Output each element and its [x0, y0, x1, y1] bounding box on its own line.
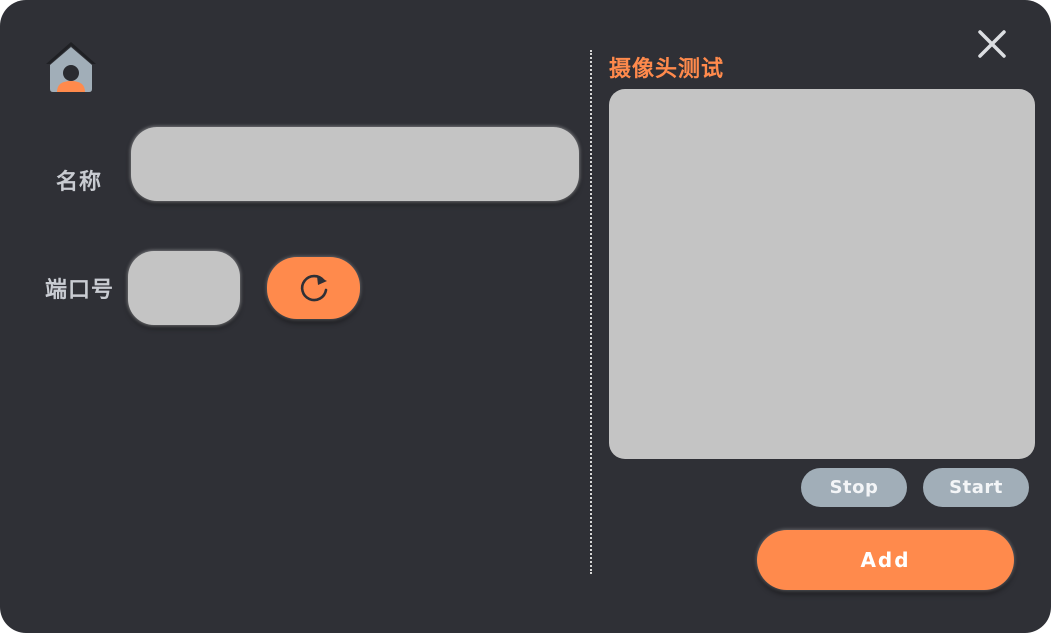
port-label: 端口号	[45, 278, 115, 303]
refresh-icon	[300, 274, 327, 302]
close-button[interactable]	[972, 24, 1012, 64]
name-label: 名称	[56, 170, 103, 195]
home-icon	[44, 40, 98, 94]
camera-test-title: 摄像头测试	[609, 57, 725, 82]
add-button[interactable]: Add	[757, 530, 1014, 590]
name-input[interactable]	[131, 127, 579, 201]
port-input[interactable]	[128, 251, 240, 325]
stop-button[interactable]: Stop	[801, 468, 907, 507]
panel-divider	[590, 50, 592, 574]
start-button[interactable]: Start	[923, 468, 1029, 507]
add-camera-dialog: 名称 端口号 摄像头测试 Stop Start Add	[0, 0, 1051, 633]
close-icon	[978, 30, 1006, 58]
camera-preview	[609, 89, 1035, 459]
refresh-button[interactable]	[267, 257, 360, 319]
